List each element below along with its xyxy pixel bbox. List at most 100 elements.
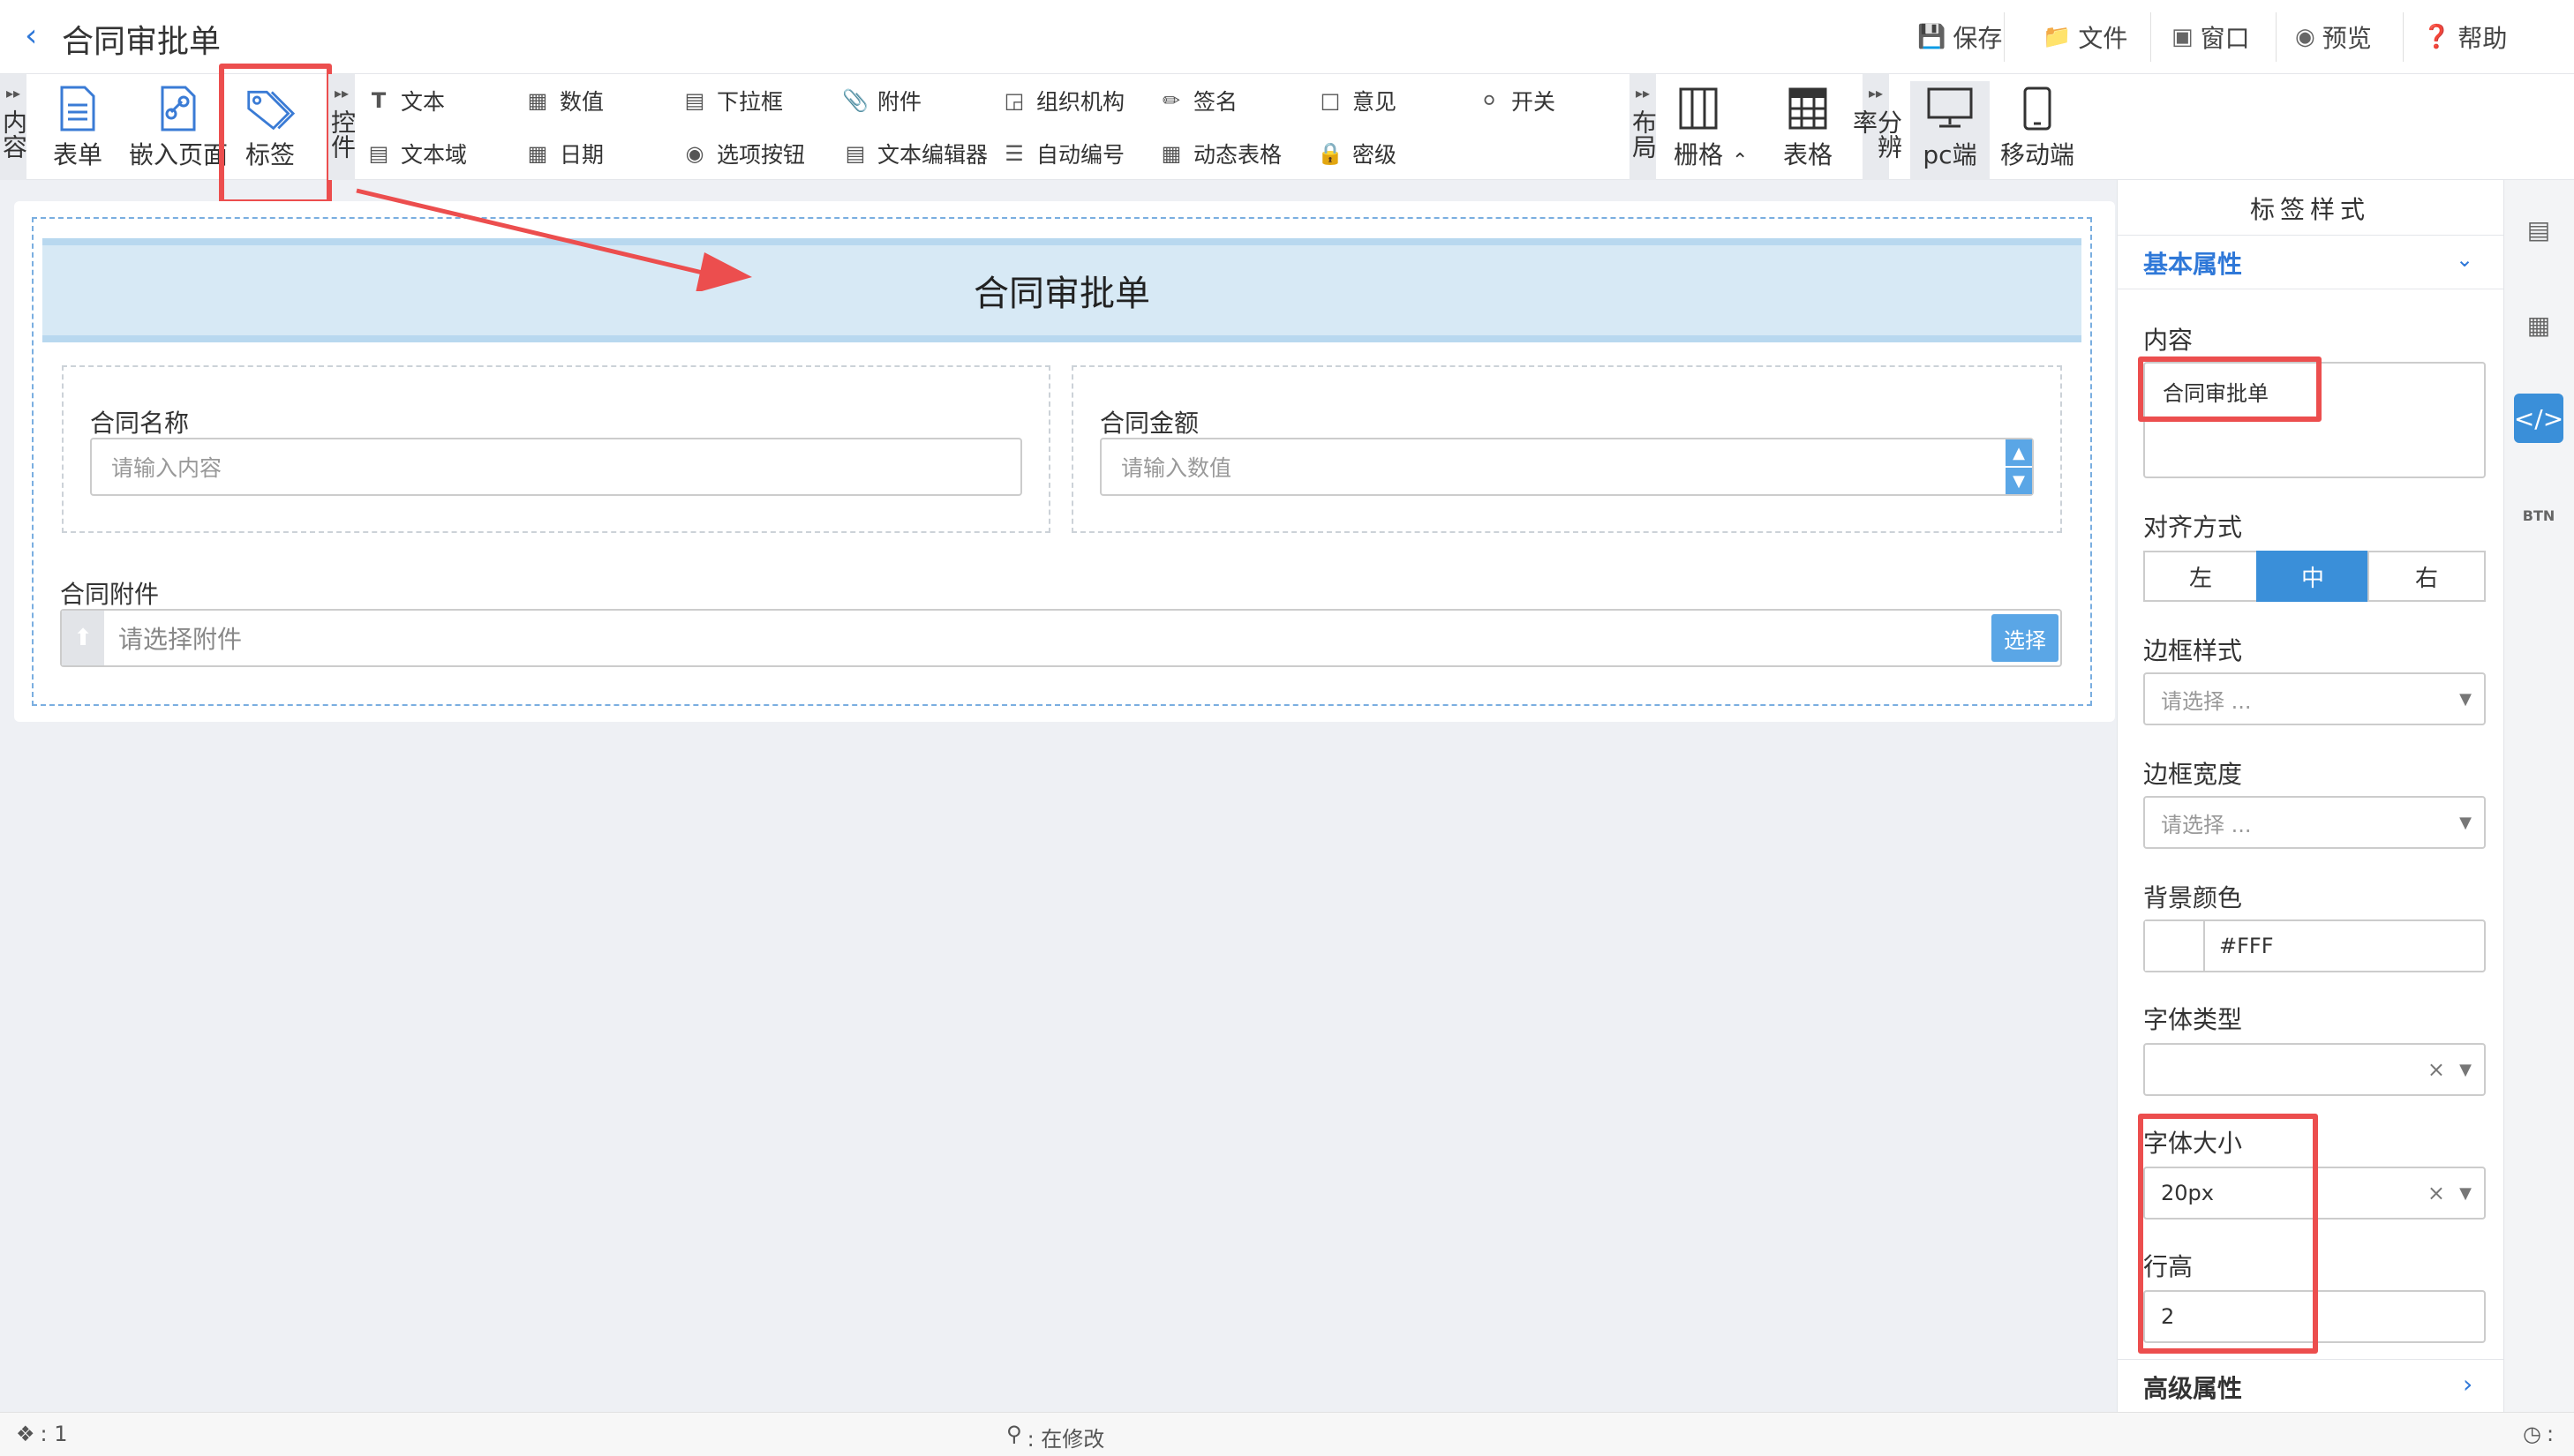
window-icon: ▣ — [2171, 24, 2194, 50]
align-label: 对齐方式 — [2143, 513, 2243, 542]
columns-icon — [1674, 81, 1723, 136]
editor-icon: ▤ — [845, 141, 866, 166]
contract-amount-input[interactable]: 请输入数值 — [1100, 438, 2034, 496]
dropdown-caret-icon: ▼ — [2459, 689, 2472, 709]
tool-grid[interactable]: 栅格 — [1674, 81, 1723, 171]
group-layout-toggle[interactable]: ▸▸ 布局 — [1629, 74, 1658, 180]
stepper-up-icon[interactable]: ▲ — [2006, 439, 2032, 466]
tool-pc[interactable]: pc端 — [1910, 81, 1990, 180]
lock-icon: 🔒 — [1317, 141, 1343, 166]
calendar-list-icon[interactable]: ▦ — [2514, 300, 2563, 349]
table-icon: ▦ — [1161, 141, 1182, 166]
tool-signature[interactable]: ✏ 签名 — [1158, 85, 1238, 116]
clear-icon[interactable]: × — [2427, 1057, 2445, 1082]
org-chart-icon: ◲ — [1004, 88, 1025, 113]
tool-text-editor[interactable]: ▤ 文本编辑器 — [842, 138, 988, 169]
table-grid-icon — [1783, 81, 1833, 136]
tool-option-button[interactable]: ◉ 选项按钮 — [681, 138, 806, 169]
bulb-icon: ⚲ — [1006, 1422, 1022, 1446]
header-divider — [2004, 12, 2005, 62]
tool-table[interactable]: 表格 — [1783, 81, 1833, 171]
window-button[interactable]: ▣ 窗口 — [2171, 19, 2250, 55]
label-component[interactable]: 合同审批单 — [42, 238, 2081, 342]
help-button[interactable]: ❓ 帮助 — [2422, 19, 2507, 55]
tool-text[interactable]: T 文本 — [365, 85, 445, 116]
tool-date[interactable]: ▦ 日期 — [524, 138, 604, 169]
phone-icon — [2013, 81, 2062, 136]
radio-icon: ◉ — [685, 141, 704, 166]
stepper-down-icon[interactable]: ▼ — [2006, 468, 2032, 494]
tool-auto-number[interactable]: ☰ 自动编号 — [1001, 138, 1125, 169]
grid-caret-up-icon[interactable]: ⌃ — [1732, 150, 1748, 172]
form-settings-icon[interactable]: ▤ — [2514, 205, 2563, 254]
dropdown-caret-icon: ▼ — [2459, 1060, 2472, 1079]
highlight-content — [2138, 356, 2322, 422]
status-bar — [0, 1412, 2574, 1456]
file-button[interactable]: 📁 文件 — [2043, 19, 2127, 55]
basic-section-title: 基本属性 — [2143, 250, 2243, 279]
tool-textarea[interactable]: ▤ 文本域 — [365, 138, 467, 169]
dropdown-caret-icon: ▼ — [2459, 813, 2472, 832]
tool-dropdown[interactable]: ▤ 下拉框 — [681, 85, 783, 116]
save-button[interactable]: 💾 保存 — [1917, 19, 2002, 55]
attachment-input[interactable]: ⬆ 请选择附件 — [60, 609, 2062, 667]
tool-number[interactable]: ▦ 数值 — [524, 85, 604, 116]
group-resolution-toggle[interactable]: ▸▸ 分辨率 — [1849, 74, 1903, 180]
choose-attachment-button[interactable]: 选择 — [1991, 614, 2058, 662]
bg-color-label: 背景颜色 — [2143, 883, 2243, 912]
back-chevron-icon[interactable]: ‹ — [25, 18, 37, 54]
toggle-icon: ⚪ — [1479, 88, 1499, 113]
bg-color-input[interactable]: #FFF — [2143, 919, 2486, 972]
double-chevron-icon: ▸▸ — [5, 85, 21, 101]
upload-icon: ⬆ — [62, 611, 104, 665]
list-number-icon: ☰ — [1005, 141, 1024, 166]
header-divider — [2150, 12, 2151, 62]
tool-attachment[interactable]: 📎 附件 — [842, 85, 922, 116]
contract-attachment-label: 合同附件 — [60, 580, 160, 609]
eye-icon: ◉ — [2295, 24, 2315, 50]
align-center-button[interactable]: 中 — [2256, 551, 2369, 602]
edit-state: ⚲: 在修改 — [1006, 1422, 1105, 1452]
right-icon-sidebar — [2503, 180, 2574, 1412]
annotation-arrow — [356, 188, 752, 291]
button-icon[interactable]: BTN — [2514, 491, 2563, 540]
code-style-icon[interactable]: </> — [2514, 394, 2563, 443]
dropdown-caret-icon: ▼ — [2459, 1183, 2472, 1203]
monitor-icon — [1925, 81, 1975, 136]
tool-mobile[interactable]: 移动端 — [2000, 81, 2074, 171]
chevron-right-icon[interactable]: › — [2463, 1370, 2472, 1399]
clear-icon[interactable]: × — [2427, 1181, 2445, 1205]
tool-embed-page[interactable]: 嵌入页面 — [129, 81, 228, 171]
contract-name-input[interactable]: 请输入内容 — [90, 438, 1022, 496]
highlight-label-tool — [219, 64, 332, 205]
panel-title: 标签样式 — [2249, 195, 2370, 224]
content-label: 内容 — [2143, 326, 2194, 355]
number-icon: ▦ — [527, 88, 548, 113]
align-left-button[interactable]: 左 — [2143, 551, 2258, 602]
border-style-select[interactable]: 请选择 ... ▼ — [2143, 672, 2486, 725]
font-type-select[interactable]: × ▼ — [2143, 1043, 2486, 1096]
border-width-label: 边框宽度 — [2143, 760, 2243, 789]
border-style-label: 边框样式 — [2143, 636, 2243, 665]
status-right: ◷: — [2523, 1422, 2555, 1446]
chevron-down-icon[interactable]: ⌄ — [2456, 247, 2473, 272]
preview-button[interactable]: ◉ 预览 — [2295, 19, 2372, 55]
floppy-icon: 💾 — [1917, 24, 1946, 50]
dropdown-icon: ▤ — [684, 88, 705, 113]
page-title: 合同审批单 — [62, 24, 222, 60]
tool-switch[interactable]: ⚪ 开关 — [1476, 85, 1555, 116]
double-chevron-icon: ▸▸ — [1635, 85, 1651, 101]
component-count: ❖: 1 — [16, 1422, 68, 1446]
border-width-select[interactable]: 请选择 ... ▼ — [2143, 796, 2486, 849]
align-right-button[interactable]: 右 — [2367, 551, 2486, 602]
color-swatch[interactable] — [2145, 921, 2205, 971]
group-content-toggle[interactable]: ▸▸ 内容 — [0, 74, 28, 180]
tool-classification[interactable]: 🔒 密级 — [1317, 138, 1396, 169]
group-controls-toggle[interactable]: ▸▸ 控件 — [327, 74, 357, 180]
header-divider — [2403, 12, 2404, 62]
font-type-label: 字体类型 — [2143, 1005, 2243, 1034]
tool-organization[interactable]: ◲ 组织机构 — [1001, 85, 1125, 116]
tool-opinion[interactable]: □ 意见 — [1317, 85, 1396, 116]
tool-form[interactable]: 表单 — [53, 81, 102, 171]
tool-dynamic-table[interactable]: ▦ 动态表格 — [1158, 138, 1282, 169]
